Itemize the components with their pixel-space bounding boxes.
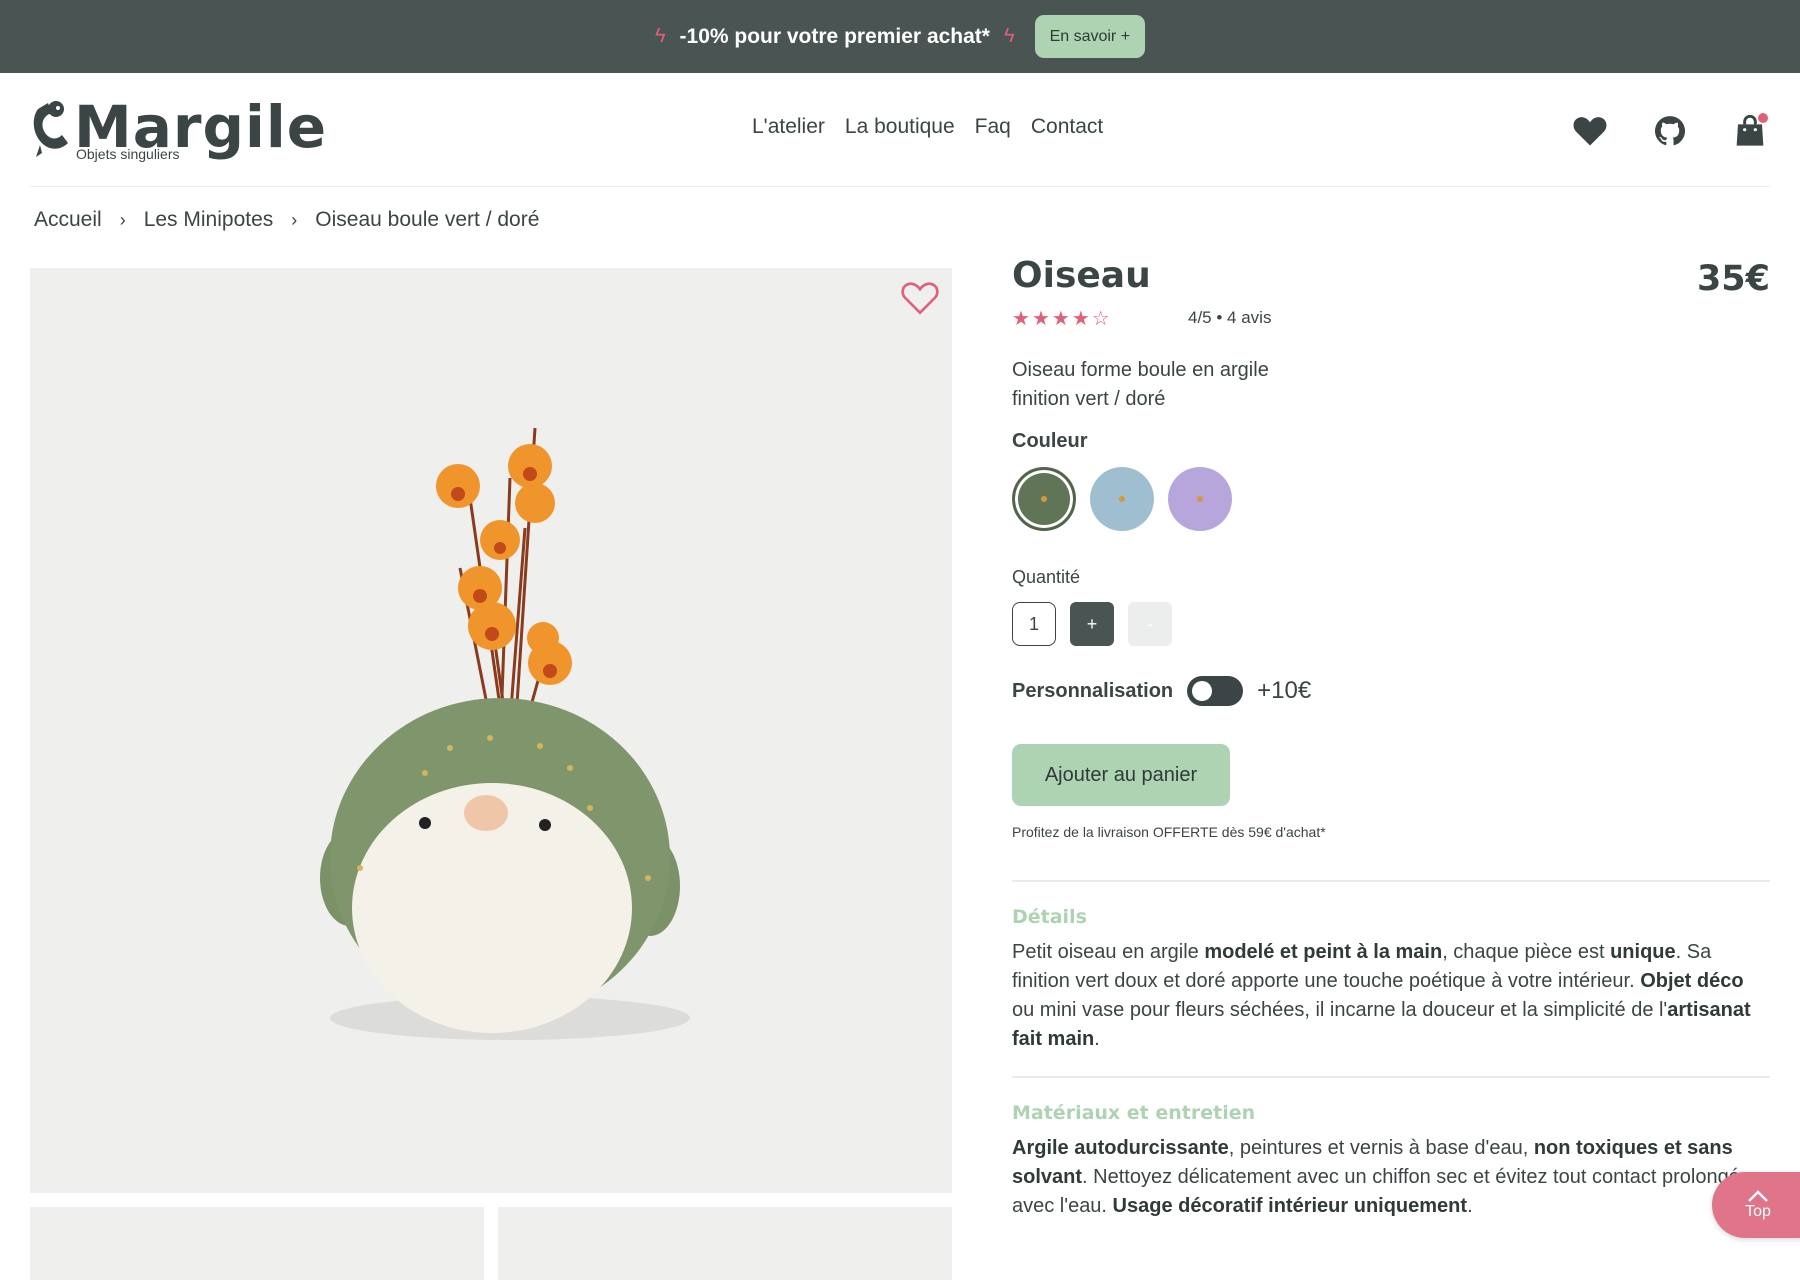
- product-main-image[interactable]: [30, 268, 952, 1193]
- star-filled-icon: ★: [1031, 306, 1050, 330]
- divider: [1012, 1076, 1770, 1078]
- announcement-bar: ϟ -10% pour votre premier achat* ϟ En sa…: [0, 0, 1800, 73]
- back-to-top-button[interactable]: Top: [1712, 1172, 1800, 1238]
- star-filled-icon: ★: [1071, 306, 1090, 330]
- chevron-right-icon: ›: [291, 209, 298, 230]
- nav-atelier[interactable]: L'atelier: [752, 115, 825, 139]
- product-rating: ★ ★ ★ ★ ☆ 4/5 • 4 avis: [1012, 306, 1770, 330]
- site-header: Margile Objets singuliers L'atelier La b…: [30, 73, 1770, 187]
- personalisation-label: Personnalisation: [1012, 679, 1174, 702]
- description-line: Oiseau forme boule en argile: [1012, 359, 1269, 381]
- add-to-wishlist-heart-icon[interactable]: [900, 280, 940, 320]
- details-body: Petit oiseau en argile modelé et peint à…: [1012, 941, 1751, 1050]
- brand-tagline: Objets singuliers: [76, 146, 180, 162]
- quantity-label: Quantité: [1012, 567, 1081, 587]
- quantity-stepper: 1 + -: [1012, 602, 1770, 646]
- announcement-message: -10% pour votre premier achat*: [679, 24, 990, 48]
- personalisation-toggle[interactable]: [1187, 676, 1244, 706]
- personalisation-row: Personnalisation +10€: [1012, 676, 1770, 706]
- top-label: Top: [1745, 1203, 1771, 1220]
- materials-body: Argile autodurcissante, peintures et ver…: [1012, 1137, 1740, 1217]
- logo[interactable]: Margile Objets singuliers: [30, 93, 326, 170]
- shipping-note: Profitez de la livraison OFFERTE dès 59€…: [1012, 824, 1326, 840]
- add-to-cart-button[interactable]: Ajouter au panier: [1012, 744, 1230, 806]
- star-empty-icon: ☆: [1091, 306, 1110, 330]
- breadcrumb-current: Oiseau boule vert / doré: [315, 208, 540, 231]
- color-swatch-green[interactable]: [1012, 467, 1076, 531]
- nav-contact[interactable]: Contact: [1031, 115, 1103, 139]
- bird-logo-icon: [33, 101, 68, 157]
- product-thumbnail[interactable]: [30, 1207, 484, 1280]
- swatch-dot: [1197, 496, 1203, 502]
- nav-faq[interactable]: Faq: [975, 115, 1011, 139]
- github-icon[interactable]: [1650, 111, 1690, 151]
- product-info: Oiseau 35€ ★ ★ ★ ★ ☆ 4/5 • 4 avis Oiseau for…: [1012, 255, 1770, 1221]
- star-filled-icon: ★: [1051, 306, 1070, 330]
- toggle-knob: [1192, 681, 1213, 701]
- details-title[interactable]: Détails: [1012, 906, 1770, 928]
- shopping-bag-icon[interactable]: [1730, 111, 1770, 151]
- breadcrumb-home[interactable]: Accueil: [34, 208, 102, 232]
- rating-stars: ★ ★ ★ ★ ☆: [1012, 306, 1188, 330]
- color-swatches: [1012, 467, 1770, 531]
- product-thumbnail[interactable]: [498, 1207, 952, 1280]
- breadcrumb: Accueil › Les Minipotes › Oiseau boule v…: [34, 208, 539, 232]
- divider: [1012, 880, 1770, 882]
- quantity-decrease-button[interactable]: -: [1128, 602, 1172, 646]
- product-price: 35€: [1696, 259, 1770, 299]
- main-nav: L'atelier La boutique Faq Contact: [752, 115, 1103, 139]
- learn-more-button[interactable]: En savoir +: [1034, 15, 1146, 58]
- quantity-input[interactable]: 1: [1012, 602, 1056, 646]
- product-description: Oiseau forme boule en argile finition ve…: [1012, 356, 1770, 414]
- product-title: Oiseau: [1012, 255, 1151, 296]
- description-line: finition vert / doré: [1012, 388, 1166, 410]
- swatch-dot: [1041, 496, 1047, 502]
- ceramic-bird-vase-illustration: [320, 427, 690, 1040]
- color-label: Couleur: [1012, 430, 1088, 452]
- star-filled-icon: ★: [1012, 306, 1030, 330]
- color-swatch-blue[interactable]: [1090, 467, 1154, 531]
- nav-boutique[interactable]: La boutique: [845, 115, 955, 139]
- cart-notification-dot: [1758, 113, 1768, 123]
- rating-text[interactable]: 4/5 • 4 avis: [1188, 308, 1271, 328]
- swatch-dot: [1119, 496, 1125, 502]
- chevron-up-icon: [1748, 1190, 1768, 1202]
- personalisation-price: +10€: [1257, 677, 1312, 704]
- chevron-right-icon: ›: [119, 209, 126, 230]
- breadcrumb-category[interactable]: Les Minipotes: [144, 208, 274, 232]
- materials-title[interactable]: Matériaux et entretien: [1012, 1102, 1770, 1124]
- heart-icon[interactable]: [1570, 111, 1610, 151]
- quantity-increase-button[interactable]: +: [1070, 602, 1114, 646]
- lightning-icon: ϟ: [1003, 25, 1015, 47]
- color-swatch-lilac[interactable]: [1168, 467, 1232, 531]
- header-icons: [1570, 111, 1770, 151]
- lightning-icon: ϟ: [654, 25, 666, 47]
